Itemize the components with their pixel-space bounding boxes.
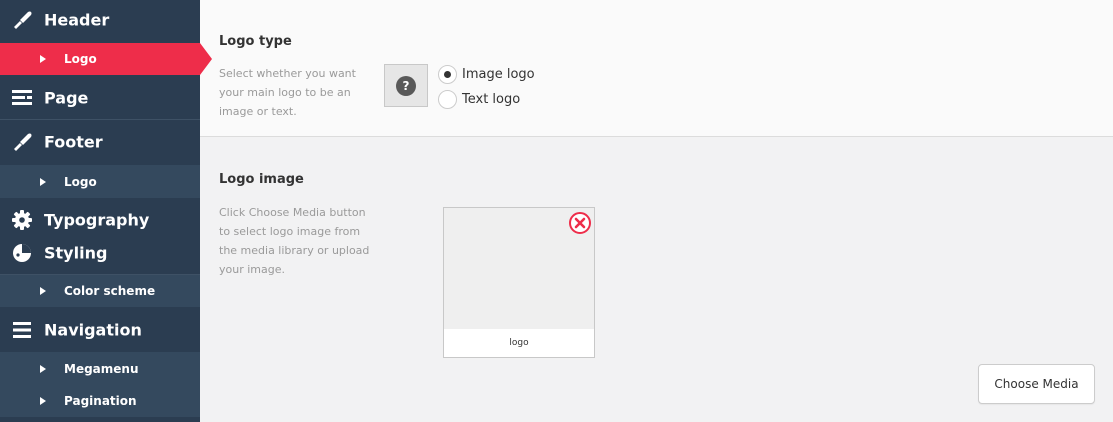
sidebar-item-typography[interactable]: Typography xyxy=(0,204,200,236)
radio-image-logo[interactable]: Image logo xyxy=(438,65,535,84)
image-caption: logo xyxy=(444,329,594,357)
radio-button[interactable] xyxy=(438,65,457,84)
help-button[interactable]: ? xyxy=(384,64,428,107)
radio-button[interactable] xyxy=(438,90,457,109)
sidebar-item-footer[interactable]: Footer xyxy=(0,120,200,164)
sidebar-subitem-footer-logo[interactable]: Logo xyxy=(0,165,200,198)
caret-right-icon xyxy=(40,397,46,405)
logo-image-preview: logo xyxy=(443,207,595,358)
sidebar-subitem-megamenu[interactable]: Megamenu xyxy=(0,352,200,385)
logo-image-title: Logo image xyxy=(219,172,304,187)
active-item-pointer xyxy=(200,43,212,75)
menu-icon xyxy=(10,320,34,340)
sidebar-item-navigation[interactable]: Navigation xyxy=(0,308,200,351)
sidebar-subitem-label: Color scheme xyxy=(64,284,156,298)
sidebar-item-label: Typography xyxy=(44,210,150,230)
choose-media-button[interactable]: Choose Media xyxy=(978,364,1095,404)
radio-label: Image logo xyxy=(462,67,535,82)
radio-selected-dot xyxy=(444,71,451,78)
caret-right-icon xyxy=(40,177,46,186)
sidebar-subitem-label: Megamenu xyxy=(64,361,139,376)
sidebar-item-page[interactable]: Page xyxy=(0,76,200,119)
sidebar-subitem-pagination[interactable]: Pagination xyxy=(0,385,200,417)
sidebar-item-label: Footer xyxy=(44,132,103,152)
radio-label: Text logo xyxy=(462,92,521,107)
logo-type-section: Logo type Select whether you want your m… xyxy=(200,0,1113,137)
caret-right-icon xyxy=(40,55,46,63)
paint-brush-icon xyxy=(10,10,34,30)
palette-icon xyxy=(10,243,34,263)
sidebar-subitem-header-logo[interactable]: Logo xyxy=(0,43,200,75)
logo-image-section: Logo image Click Choose Media button to … xyxy=(200,137,1113,422)
radio-text-logo[interactable]: Text logo xyxy=(438,90,520,109)
question-icon: ? xyxy=(396,75,416,96)
gear-icon xyxy=(10,210,34,230)
paint-brush-icon xyxy=(10,132,34,152)
sidebar-item-label: Page xyxy=(44,88,89,107)
remove-image-icon[interactable] xyxy=(568,211,592,235)
logo-type-title: Logo type xyxy=(219,34,292,49)
sidebar: Header Logo Page Footer Logo Typography … xyxy=(0,0,200,422)
text-align-icon xyxy=(10,88,34,108)
logo-image-description: Click Choose Media button to select logo… xyxy=(219,206,370,276)
logo-type-description: Select whether you want your main logo t… xyxy=(219,67,356,118)
sidebar-item-label: Navigation xyxy=(44,320,142,339)
caret-right-icon xyxy=(40,364,46,373)
caret-right-icon xyxy=(40,287,46,295)
sidebar-item-header[interactable]: Header xyxy=(0,0,200,40)
sidebar-item-label: Header xyxy=(44,10,110,30)
sidebar-subitem-label: Logo xyxy=(64,174,97,189)
main-content: Logo type Select whether you want your m… xyxy=(200,0,1113,422)
sidebar-item-label: Styling xyxy=(44,243,108,263)
sidebar-subitem-color-scheme[interactable]: Color scheme xyxy=(0,275,200,307)
sidebar-subitem-label: Pagination xyxy=(64,394,137,408)
sidebar-item-styling[interactable]: Styling xyxy=(0,236,200,270)
sidebar-subitem-label: Logo xyxy=(64,52,97,66)
